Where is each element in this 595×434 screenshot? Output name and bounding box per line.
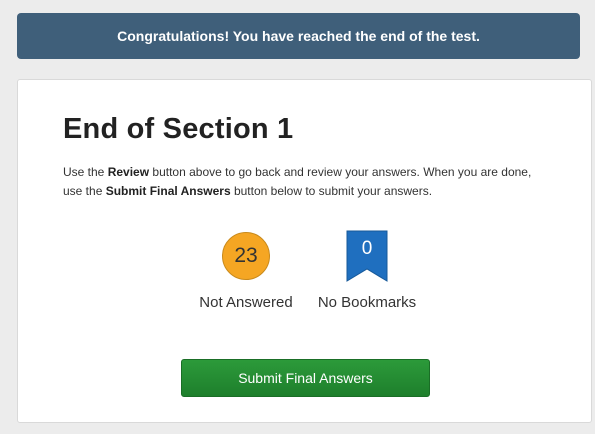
bookmark-icon: 0 xyxy=(346,230,388,282)
not-answered-count: 23 xyxy=(234,244,258,267)
bookmarks-stat[interactable]: 0 No Bookmarks xyxy=(308,230,426,311)
answer-stats: 23 Not Answered 0 No Bookmarks xyxy=(18,230,591,322)
section-summary-card: End of Section 1 Use the Review button a… xyxy=(17,79,592,423)
bookmarks-label: No Bookmarks xyxy=(317,294,417,311)
instructions-text: Use the Review button above to go back a… xyxy=(63,163,553,201)
submit-final-answers-button[interactable]: Submit Final Answers xyxy=(181,359,430,397)
banner-message: Congratulations! You have reached the en… xyxy=(117,28,480,44)
instructions-review-label: Review xyxy=(107,165,150,179)
instructions-part-3: button below to submit your answers. xyxy=(230,184,433,198)
completion-banner: Congratulations! You have reached the en… xyxy=(17,13,580,59)
instructions-part-1: Use the xyxy=(63,165,108,179)
not-answered-stat[interactable]: 23 Not Answered xyxy=(188,232,304,311)
circle-badge-icon: 23 xyxy=(222,232,270,280)
not-answered-label: Not Answered xyxy=(199,294,293,311)
instructions-submit-label: Submit Final Answers xyxy=(105,184,231,198)
page-title: End of Section 1 xyxy=(63,113,294,145)
bookmarks-count: 0 xyxy=(361,238,373,259)
